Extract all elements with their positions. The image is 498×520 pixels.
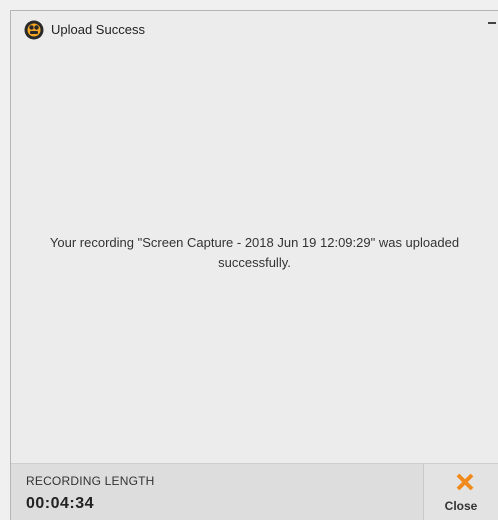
title-bar: Upload Success [11, 11, 498, 49]
recording-length-value: 00:04:34 [26, 495, 95, 512]
footer-bar: RECORDING LENGTH 00:04:34 Close [11, 463, 498, 520]
close-button[interactable]: Close [423, 464, 498, 520]
upload-message: Your recording "Screen Capture - 2018 Ju… [49, 235, 460, 270]
close-x-icon [456, 473, 474, 491]
app-logo-icon [24, 20, 44, 40]
close-label: Close [444, 499, 478, 513]
recording-length-label: RECORDING LENGTH [26, 474, 155, 488]
upload-success-window: Upload Success Your recording "Screen Ca… [10, 10, 498, 520]
window-title: Upload Success [51, 22, 145, 37]
minimize-button[interactable] [486, 15, 496, 29]
